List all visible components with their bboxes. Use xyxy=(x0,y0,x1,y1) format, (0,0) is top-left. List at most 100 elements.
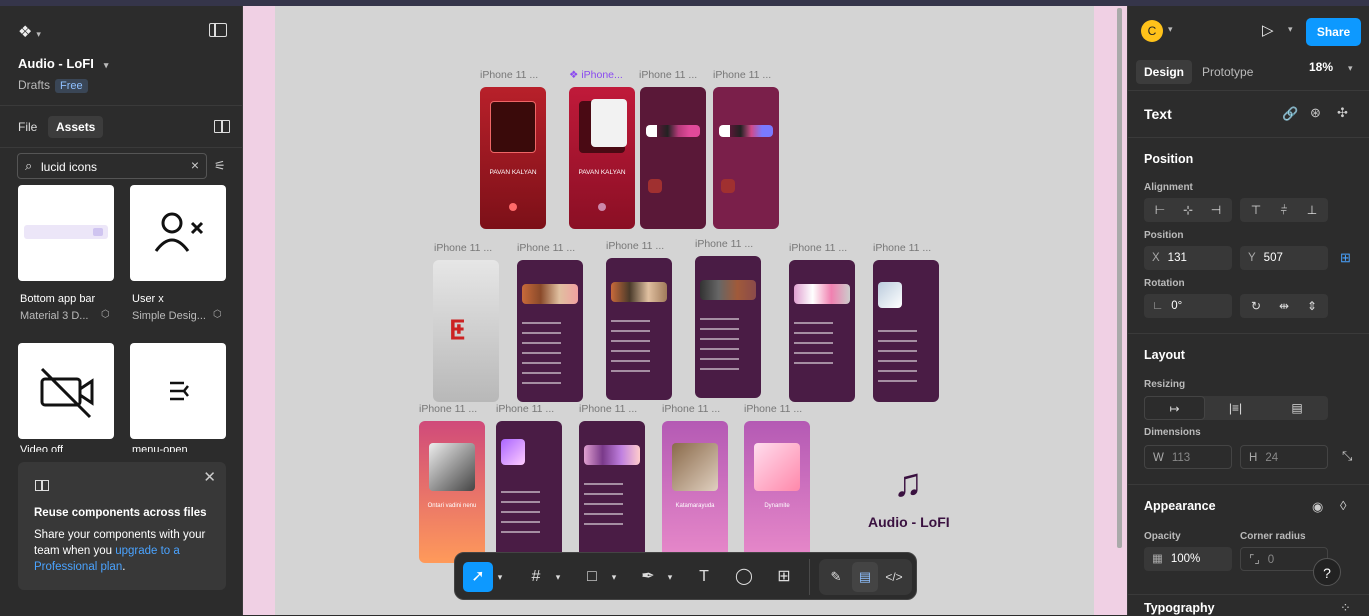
figma-menu-icon[interactable]: ❖ ▾ xyxy=(18,22,41,42)
phone-frame[interactable]: PAVAN KALYAN xyxy=(569,87,635,229)
phone-frame[interactable]: Dynamite xyxy=(744,421,810,563)
width-field[interactable]: W 113 xyxy=(1144,445,1232,469)
logo-text[interactable]: Audio - LoFI xyxy=(868,514,950,530)
actions-tool-icon[interactable]: ⊞ xyxy=(769,562,799,592)
phone-frame[interactable] xyxy=(579,421,645,563)
play-button[interactable] xyxy=(509,203,517,211)
phone-frame[interactable]: Ontari vadini nenu xyxy=(419,421,485,563)
blend-mode-icon[interactable]: ◊ xyxy=(1340,498,1346,513)
music-note-icon[interactable]: ♫ xyxy=(893,461,923,506)
frame-label[interactable]: iPhone 11 ... xyxy=(873,242,931,254)
rotate-icon[interactable]: ↻ xyxy=(1242,294,1270,318)
avatar[interactable]: C xyxy=(1141,20,1163,42)
x-position-field[interactable]: X 131 xyxy=(1144,246,1232,270)
close-icon[interactable]: ✕ xyxy=(203,468,216,486)
phone-frame[interactable] xyxy=(606,258,672,400)
align-right-icon[interactable]: ⊣ xyxy=(1202,198,1230,222)
frame-label[interactable]: iPhone 11 ... xyxy=(496,403,554,415)
rectangle-tool-icon[interactable]: □ xyxy=(577,562,607,592)
flip-vertical-icon[interactable]: ⇕ xyxy=(1298,294,1326,318)
fixed-size-icon[interactable]: ▤ xyxy=(1266,396,1328,420)
share-button[interactable]: Share xyxy=(1306,18,1361,46)
tab-assets[interactable]: Assets xyxy=(48,116,104,138)
design-mode-icon[interactable]: ▤ xyxy=(852,562,878,592)
frame-label[interactable]: iPhone 11 ... xyxy=(606,240,664,252)
frame-label[interactable]: iPhone 11 ... xyxy=(579,403,637,415)
align-left-icon[interactable]: ⊢ xyxy=(1146,198,1174,222)
help-button[interactable]: ? xyxy=(1313,558,1341,586)
phone-frame[interactable] xyxy=(789,260,855,402)
draw-mode-icon[interactable]: ✎ xyxy=(823,562,849,592)
phone-frame[interactable]: Katamarayuda xyxy=(662,421,728,563)
frame-label[interactable]: iPhone 11 ... xyxy=(695,238,753,250)
chevron-down-icon[interactable]: ▾ xyxy=(665,562,675,592)
sidebar-toggle-icon[interactable] xyxy=(209,23,227,37)
splash-frame[interactable]: ⵟ xyxy=(433,260,499,402)
pen-tool-icon[interactable]: ✒ xyxy=(633,562,663,592)
chevron-down-icon[interactable]: ▾ xyxy=(553,562,563,592)
frame-label[interactable]: iPhone 11 ... xyxy=(517,242,575,254)
frame-label[interactable]: iPhone 11 ... xyxy=(434,242,492,254)
resize-to-fit-icon[interactable]: ⤡ xyxy=(1342,448,1352,464)
opacity-field[interactable]: ▦ 100% xyxy=(1144,547,1232,571)
text-styles-icon[interactable]: ⁘ xyxy=(1340,600,1351,616)
align-middle-icon[interactable]: ⫩ xyxy=(1270,198,1298,222)
canvas-scrollbar[interactable] xyxy=(1117,8,1122,548)
eye-icon[interactable]: ◉ xyxy=(1312,499,1323,515)
asset-search-input[interactable]: ⌕ lucid icons × xyxy=(17,153,207,179)
height-field[interactable]: H 24 xyxy=(1240,445,1328,469)
play-button[interactable] xyxy=(598,203,606,211)
phone-frame[interactable]: PAVAN KALYAN xyxy=(480,87,546,229)
frame-label[interactable]: iPhone 11 ... xyxy=(713,69,771,81)
dev-mode-icon[interactable]: </> xyxy=(881,562,907,592)
chevron-down-icon[interactable]: ▾ xyxy=(1168,24,1173,35)
phone-frame[interactable] xyxy=(873,260,939,402)
present-play-icon[interactable]: ▷ xyxy=(1262,21,1274,39)
asset-card-user-x[interactable] xyxy=(130,185,226,281)
chevron-down-icon[interactable]: ▾ xyxy=(1348,63,1353,74)
component-target-icon[interactable]: ⊛ xyxy=(1310,105,1321,121)
phone-frame[interactable] xyxy=(713,87,779,229)
flip-horizontal-icon[interactable]: ⇹ xyxy=(1270,294,1298,318)
file-title[interactable]: Audio - LoFI ▾ xyxy=(18,56,108,71)
asset-card-video-off[interactable] xyxy=(18,343,114,439)
y-position-field[interactable]: Y 507 xyxy=(1240,246,1328,270)
chevron-down-icon[interactable]: ▾ xyxy=(104,60,109,70)
auto-width-icon[interactable]: ↦ xyxy=(1144,396,1205,420)
tab-file[interactable]: File xyxy=(10,116,45,138)
link-icon[interactable]: 🔗 xyxy=(1282,106,1298,122)
constraints-icon[interactable]: ⊞ xyxy=(1340,250,1351,266)
frame-label[interactable]: iPhone 11 ... xyxy=(480,69,538,81)
auto-height-icon[interactable]: |≡| xyxy=(1205,396,1266,420)
tab-prototype[interactable]: Prototype xyxy=(1194,60,1261,84)
phone-frame[interactable] xyxy=(517,260,583,402)
text-tool-icon[interactable]: T xyxy=(689,562,719,592)
chevron-down-icon[interactable]: ▾ xyxy=(1288,24,1293,35)
frame-label[interactable]: iPhone 11 ... xyxy=(744,403,802,415)
move-tool-icon[interactable]: ➚ xyxy=(463,562,493,592)
tab-design[interactable]: Design xyxy=(1136,60,1193,84)
rotation-field[interactable]: ∟ 0° xyxy=(1144,294,1232,318)
align-top-icon[interactable]: ⊤ xyxy=(1242,198,1270,222)
frame-label[interactable]: iPhone 11 ... xyxy=(419,403,477,415)
zoom-level[interactable]: 18% xyxy=(1309,60,1333,74)
comment-tool-icon[interactable]: ◯ xyxy=(729,562,759,592)
asset-card-menu-open[interactable] xyxy=(130,343,226,439)
frame-label[interactable]: iPhone 11 ... xyxy=(789,242,847,254)
phone-frame[interactable] xyxy=(496,421,562,563)
frame-label[interactable]: iPhone 11 ... xyxy=(662,403,720,415)
asset-card-bottom-app-bar[interactable] xyxy=(18,185,114,281)
frame-tool-icon[interactable]: # xyxy=(521,562,551,592)
frame-label[interactable]: iPhone 11 ... xyxy=(639,69,697,81)
filter-settings-icon[interactable]: ⚟ xyxy=(214,158,226,174)
library-book-icon[interactable] xyxy=(214,120,230,133)
align-bottom-icon[interactable]: ⊥ xyxy=(1298,198,1326,222)
align-center-h-icon[interactable]: ⊹ xyxy=(1174,198,1202,222)
chevron-down-icon[interactable]: ▾ xyxy=(495,562,505,592)
variables-icon[interactable]: ✣ xyxy=(1337,105,1348,121)
clear-search-icon[interactable]: × xyxy=(191,157,199,173)
chevron-down-icon[interactable]: ▾ xyxy=(609,562,619,592)
component-frame-label[interactable]: ❖ iPhone... xyxy=(569,69,623,81)
phone-frame[interactable] xyxy=(695,256,761,398)
phone-frame[interactable] xyxy=(640,87,706,229)
